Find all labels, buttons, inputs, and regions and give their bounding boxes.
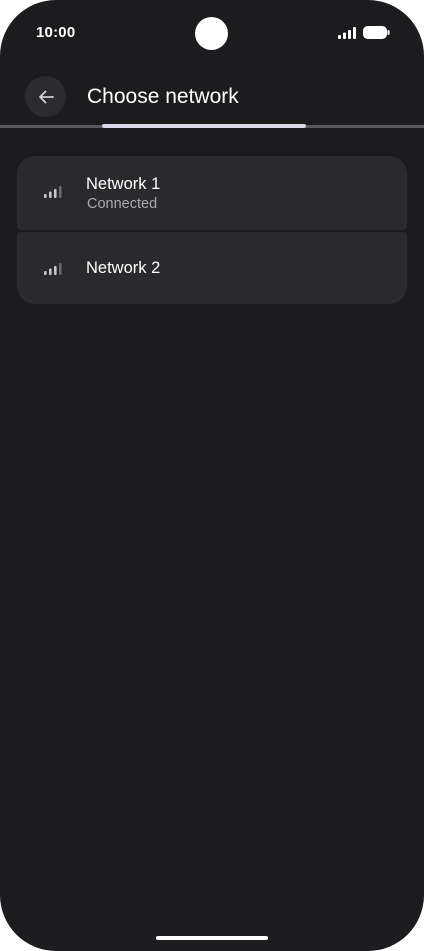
battery-icon	[363, 26, 390, 39]
signal-strength-icon	[44, 186, 62, 198]
network-item-1[interactable]: Network 1 Connected	[17, 156, 407, 230]
network-status: Connected	[87, 196, 158, 212]
status-time: 10:00	[36, 24, 76, 41]
network-name: Network 2	[86, 259, 161, 277]
page-title: Choose network	[87, 85, 239, 108]
app-bar: Choose network	[0, 72, 424, 124]
signal-strength-icon	[44, 263, 62, 275]
camera-cutout	[195, 17, 228, 50]
progress-indicator	[102, 124, 306, 128]
network-item-2[interactable]: Network 2	[17, 232, 407, 304]
network-list: Network 1 Connected Network 2	[17, 156, 407, 304]
phone-screen: 10:00 Choose network Network 1 Connected…	[0, 0, 424, 951]
cellular-signal-icon	[338, 26, 356, 39]
status-bar: 10:00	[0, 0, 424, 68]
arrow-left-icon	[38, 90, 54, 103]
status-icons	[338, 26, 390, 39]
home-indicator[interactable]	[156, 936, 268, 940]
network-name: Network 1	[86, 175, 161, 193]
back-button[interactable]	[25, 76, 66, 117]
